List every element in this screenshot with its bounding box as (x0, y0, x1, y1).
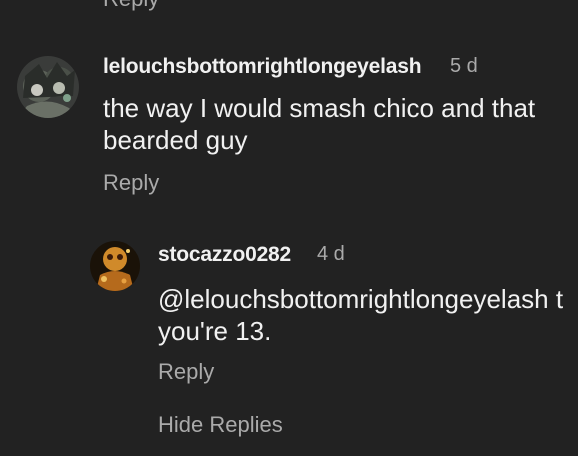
reply-reply-button[interactable]: Reply (158, 359, 214, 385)
reply-timestamp: 4 d (317, 243, 345, 265)
comment-text-line-2: bearded guy (103, 125, 248, 155)
comment-username[interactable]: lelouchsbottomrightlongeyelash (103, 55, 422, 79)
comment-timestamp: 5 d (450, 55, 478, 77)
reply-username[interactable]: stocazzo0282 (158, 243, 291, 267)
orange-character-avatar-icon (90, 241, 140, 291)
reply-text-line-1: @lelouchsbottomrightlongeyelash t (158, 284, 564, 314)
comment-reply-button[interactable]: Reply (103, 170, 159, 196)
hide-replies-button[interactable]: Hide Replies (158, 412, 283, 438)
comment-text-line-1: the way I would smash chico and that (103, 93, 536, 123)
previous-reply-button[interactable]: Reply (103, 0, 159, 12)
reply-text-line-2: you're 13. (158, 316, 272, 346)
comment-avatar[interactable] (17, 56, 79, 118)
anime-character-avatar-icon (17, 56, 79, 118)
reply-avatar[interactable] (90, 241, 140, 291)
